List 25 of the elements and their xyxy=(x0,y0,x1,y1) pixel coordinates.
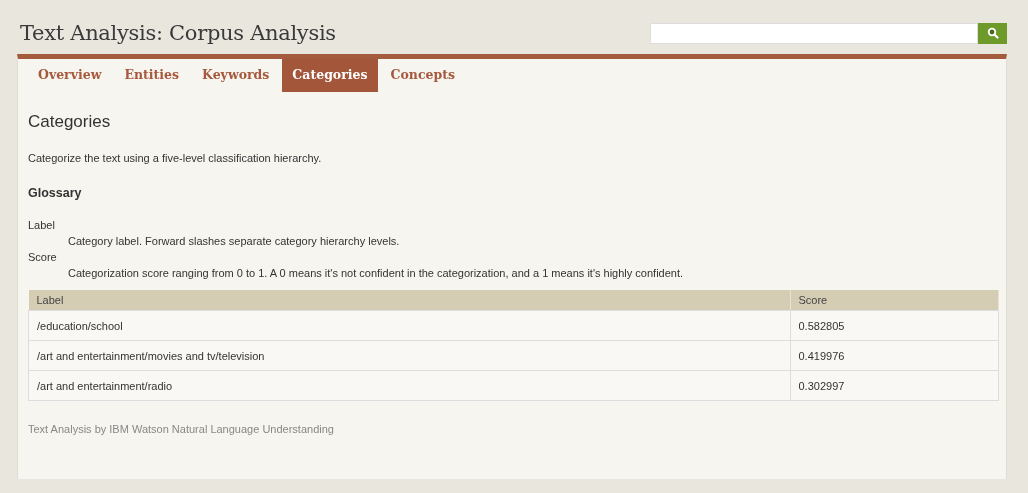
tab[interactable]: Entities xyxy=(114,59,190,92)
search-button[interactable] xyxy=(978,22,1007,44)
table-cell: /art and entertainment/movies and tv/television xyxy=(28,340,790,371)
tab[interactable]: Overview xyxy=(28,59,112,92)
description-text: Categorize the text using a five-level classification hierarchy. xyxy=(28,152,323,164)
glossary-term: Score xyxy=(28,250,58,265)
search-field[interactable] xyxy=(650,22,978,44)
table-cell: 0.419976 xyxy=(790,340,999,371)
table-cell: 0.302997 xyxy=(790,370,999,401)
table-cell: 0.582805 xyxy=(790,310,999,341)
page-title: Text Analysis: Corpus Analysis xyxy=(20,21,336,45)
column-header: Label xyxy=(28,290,790,311)
column-header: Score xyxy=(790,290,999,311)
search-icon xyxy=(986,27,999,39)
table-cell: /education/school xyxy=(28,310,790,341)
footer-text: Text Analysis by IBM Watson Natural Language Understanding xyxy=(28,423,335,435)
section-heading: Categories xyxy=(28,112,112,132)
tab[interactable]: Categories xyxy=(282,59,378,92)
glossary-definition: Category label. Forward slashes separate category hierarchy levels. xyxy=(68,234,401,249)
tab[interactable]: Keywords xyxy=(192,59,280,92)
table-cell: /art and entertainment/radio xyxy=(28,370,790,401)
tab[interactable]: Concepts xyxy=(380,59,466,92)
glossary-heading: Glossary xyxy=(28,186,83,200)
glossary-definition: Categorization score ranging from 0 to 1. A 0 means it's not confident in the categorization, and a 1 means it's highly confident. xyxy=(68,266,685,281)
glossary-term: Label xyxy=(28,218,56,233)
